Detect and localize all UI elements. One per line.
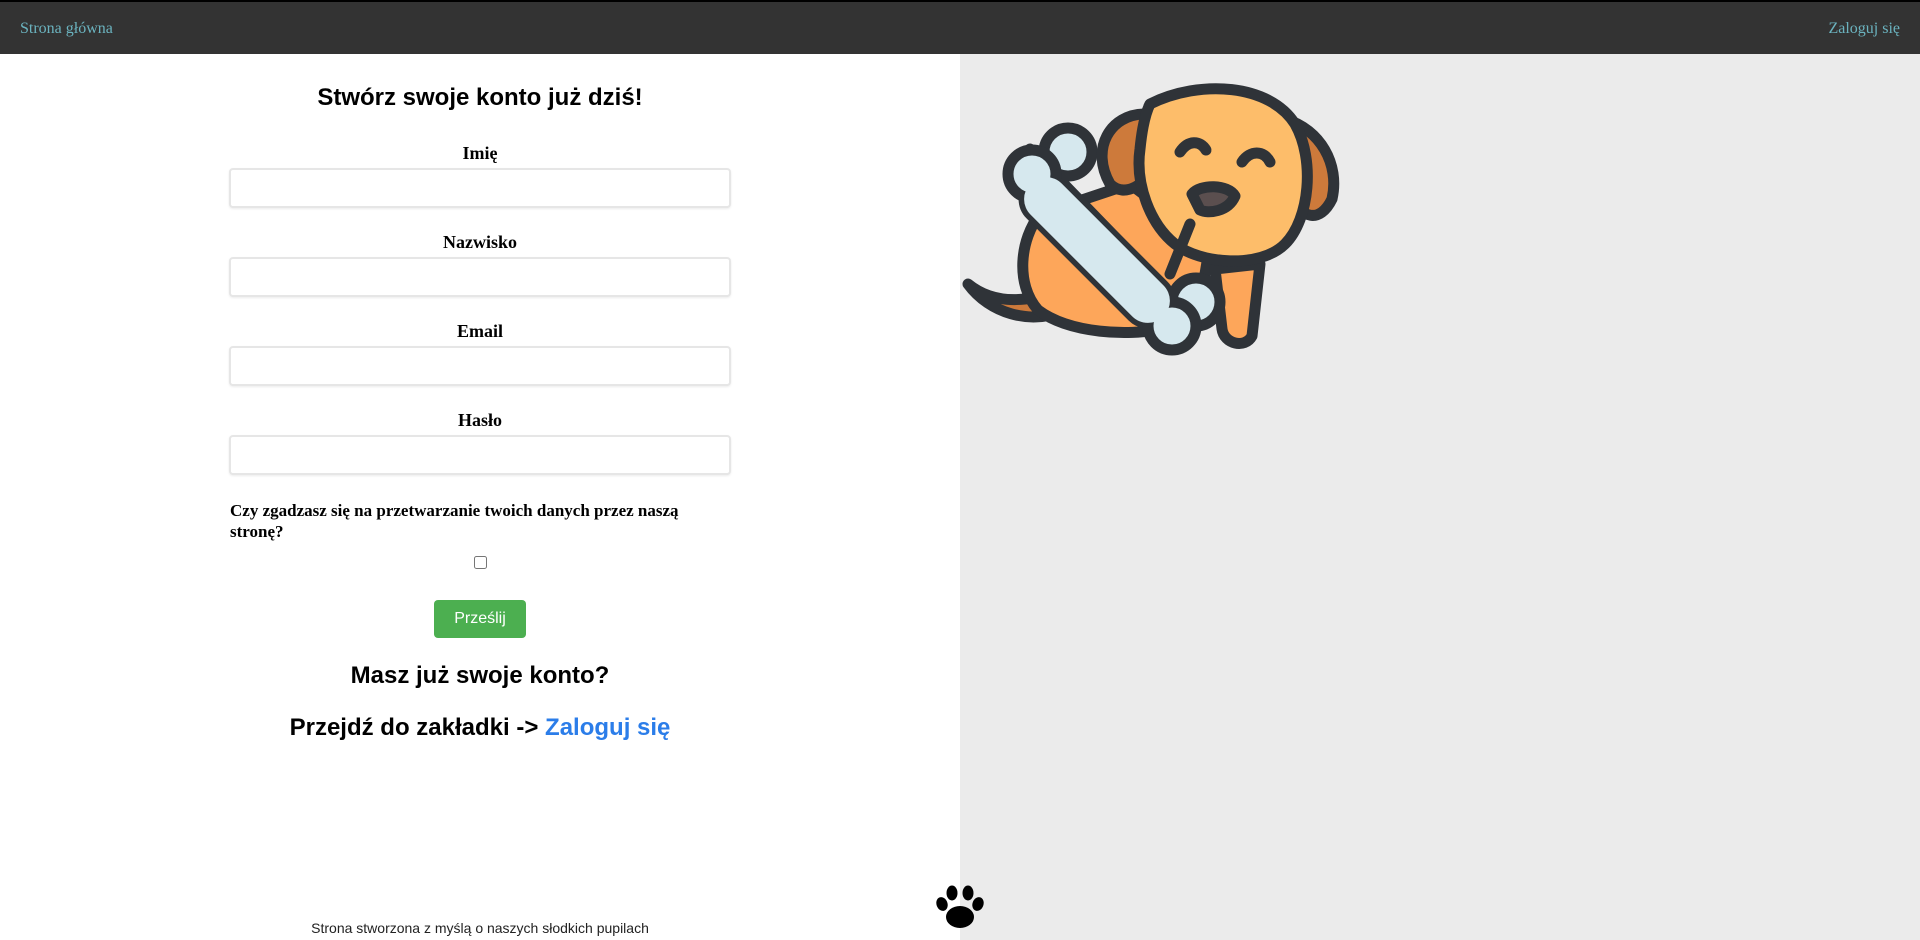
first-name-label: Imię xyxy=(462,143,498,163)
have-account-heading: Masz już swoje konto? xyxy=(350,662,610,689)
submit-button[interactable]: Prześlij xyxy=(434,600,526,638)
registration-pane: Stwórz swoje konto już dziś! Imię Nazwis… xyxy=(0,54,960,940)
footer-text: Strona stworzona z myślą o naszych słodk… xyxy=(311,920,649,936)
first-name-input[interactable] xyxy=(229,168,731,208)
goto-login-link[interactable]: Zaloguj się xyxy=(545,714,670,741)
last-name-label: Nazwisko xyxy=(442,232,517,252)
goto-login-line: Przejdź do zakładki -> Zaloguj się xyxy=(0,714,960,742)
password-input[interactable] xyxy=(229,435,731,475)
top-navbar: Strona główna Zaloguj się xyxy=(0,0,1920,54)
consent-question: Czy zgadzasz się na przetwarzanie twoich… xyxy=(230,501,679,541)
dog-with-bone-illustration xyxy=(962,83,1340,356)
paw-icon xyxy=(936,885,984,928)
goto-login-text: Przejdź do zakładki -> xyxy=(289,714,546,741)
email-input[interactable] xyxy=(229,346,731,386)
consent-checkbox[interactable] xyxy=(474,556,487,569)
email-label: Email xyxy=(456,321,503,341)
nav-login-link[interactable]: Zaloguj się xyxy=(1828,20,1900,38)
password-label: Hasło xyxy=(457,410,502,430)
last-name-input[interactable] xyxy=(229,257,731,297)
form-title: Stwórz swoje konto już dziś! xyxy=(317,84,643,111)
nav-home-link[interactable]: Strona główna xyxy=(20,20,113,38)
